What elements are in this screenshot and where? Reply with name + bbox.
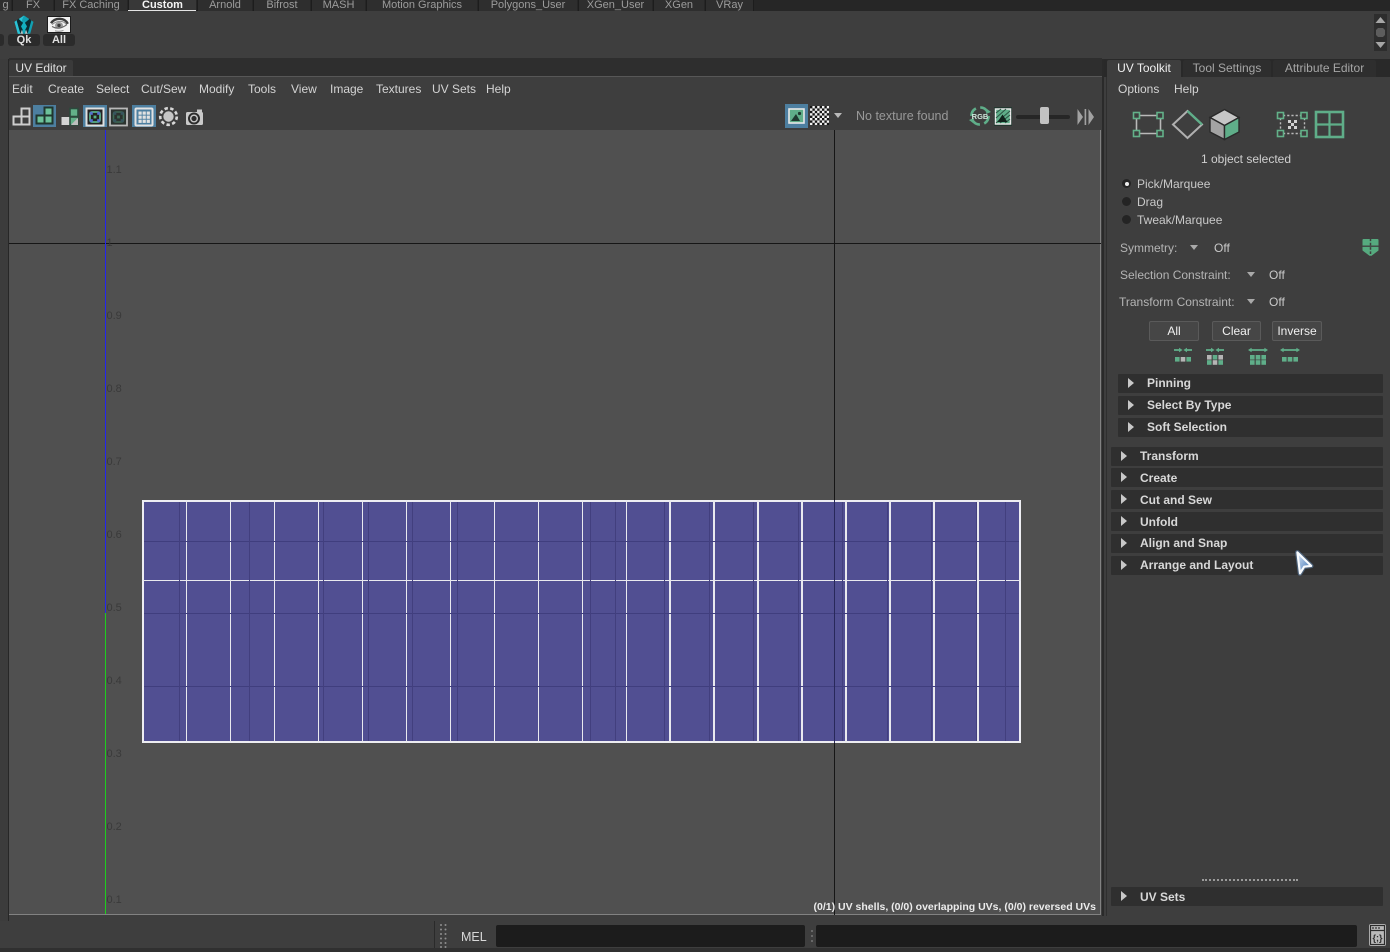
- svg-text:RGB: RGB: [972, 112, 989, 121]
- svg-text:{;}: {;}: [1372, 933, 1382, 943]
